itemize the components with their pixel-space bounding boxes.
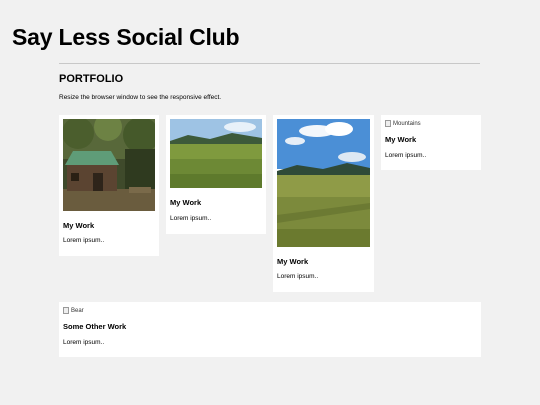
bear-image-placeholder: Bear (63, 306, 477, 315)
card-title: My Work (170, 198, 202, 207)
card-text: Lorem ipsum.. (385, 152, 427, 159)
portfolio-card-2: My Work Lorem ipsum.. (166, 115, 266, 234)
divider (59, 63, 480, 64)
portfolio-card-1: My Work Lorem ipsum.. (59, 115, 159, 256)
card-text: Lorem ipsum.. (277, 273, 319, 280)
field-sky-image (277, 119, 370, 247)
image-alt-text: Mountains (393, 120, 421, 127)
broken-image-icon (63, 307, 69, 314)
portfolio-card-3: My Work Lorem ipsum.. (273, 115, 374, 292)
portfolio-card-5: Bear Some Other Work Lorem ipsum.. (59, 302, 481, 357)
site-title: Say Less Social Club (12, 24, 240, 50)
section-subtitle: Resize the browser window to see the res… (59, 94, 222, 101)
mountains-image-placeholder: Mountains (385, 119, 477, 128)
meadow-image (170, 119, 262, 188)
image-alt-text: Bear (71, 307, 84, 314)
section-title: PORTFOLIO (59, 73, 124, 85)
portfolio-card-4: Mountains My Work Lorem ipsum.. (381, 115, 481, 170)
card-text: Lorem ipsum.. (170, 215, 212, 222)
card-text: Lorem ipsum.. (63, 339, 105, 346)
card-title: My Work (277, 257, 309, 266)
card-title: My Work (63, 221, 95, 230)
card-title: My Work (385, 135, 417, 144)
card-text: Lorem ipsum.. (63, 237, 105, 244)
card-title: Some Other Work (63, 322, 127, 331)
cabin-image (63, 119, 155, 211)
broken-image-icon (385, 120, 391, 127)
